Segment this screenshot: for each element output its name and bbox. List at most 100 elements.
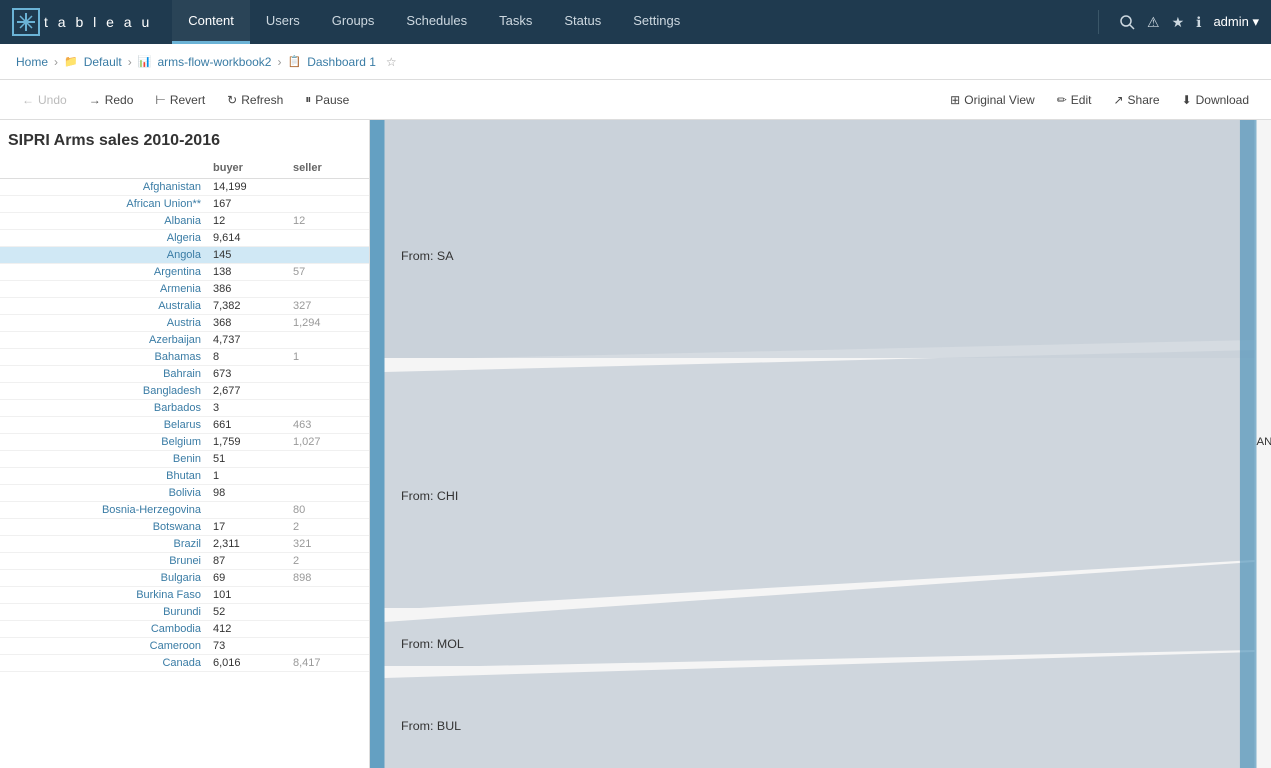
table-row[interactable]: Armenia386 (0, 281, 369, 298)
breadcrumb-dashboard[interactable]: Dashboard 1 (307, 55, 376, 69)
cell-buyer (209, 504, 289, 516)
edit-button[interactable]: ✏ Edit (1047, 89, 1102, 111)
sankey-chart: From: SA From: CHI From: MOL From: BUL A… (370, 120, 1271, 768)
cell-buyer: 661 (209, 419, 289, 431)
original-view-button[interactable]: ⊞ Original View (940, 89, 1045, 111)
cell-buyer: 7,382 (209, 300, 289, 312)
table-row[interactable]: Albania1212 (0, 213, 369, 230)
refresh-button[interactable]: ↻ Refresh (217, 89, 293, 111)
breadcrumb-sep-2: › (128, 55, 132, 69)
nav-icons: ⚠ ★ ℹ admin ▾ (1147, 14, 1259, 31)
cell-country: Belgium (0, 436, 209, 448)
breadcrumb-workbook-icon: 📊 (138, 55, 152, 68)
table-row[interactable]: Bahrain673 (0, 366, 369, 383)
cell-buyer: 2,311 (209, 538, 289, 550)
breadcrumb-default[interactable]: Default (84, 55, 122, 69)
table-row[interactable]: Burundi52 (0, 604, 369, 621)
revert-button[interactable]: ⊢ Revert (145, 89, 215, 111)
cell-buyer: 14,199 (209, 181, 289, 193)
redo-button[interactable]: → Redo (79, 89, 144, 111)
breadcrumb-dashboard-icon: 📋 (287, 55, 301, 68)
cell-country: Bulgaria (0, 572, 209, 584)
breadcrumb-sep-1: › (54, 55, 58, 69)
share-icon: ↗ (1113, 93, 1123, 107)
cell-buyer: 368 (209, 317, 289, 329)
table-row[interactable]: Cambodia412 (0, 621, 369, 638)
table-row[interactable]: Afghanistan14,199 (0, 179, 369, 196)
cell-country: Bosnia-Herzegovina (0, 504, 209, 516)
table-row[interactable]: Cameroon73 (0, 638, 369, 655)
cell-buyer: 1,759 (209, 436, 289, 448)
nav-items: Content Users Groups Schedules Tasks Sta… (172, 0, 1090, 44)
nav-groups[interactable]: Groups (316, 0, 391, 44)
table-row[interactable]: Bangladesh2,677 (0, 383, 369, 400)
table-row[interactable]: Argentina13857 (0, 264, 369, 281)
refresh-label: Refresh (241, 93, 283, 107)
table-row[interactable]: Bosnia-Herzegovina 80 (0, 502, 369, 519)
table-row[interactable]: Algeria9,614 (0, 230, 369, 247)
nav-status[interactable]: Status (548, 0, 617, 44)
cell-seller: 463 (289, 419, 369, 431)
cell-country: Bahamas (0, 351, 209, 363)
nav-content[interactable]: Content (172, 0, 250, 44)
table-row[interactable]: Brazil2,311321 (0, 536, 369, 553)
cell-buyer: 167 (209, 198, 289, 210)
original-view-label: Original View (964, 93, 1034, 107)
right-panel: From: SA From: CHI From: MOL From: BUL A… (370, 120, 1271, 768)
table-row[interactable]: Angola145 (0, 247, 369, 264)
cell-buyer: 101 (209, 589, 289, 601)
undo-button[interactable]: ← Undo (12, 89, 77, 111)
breadcrumb-workbook[interactable]: arms-flow-workbook2 (157, 55, 271, 69)
share-button[interactable]: ↗ Share (1103, 89, 1169, 111)
toolbar-right: ⊞ Original View ✏ Edit ↗ Share ⬇ Downloa… (940, 89, 1259, 111)
nav-settings[interactable]: Settings (617, 0, 696, 44)
edit-icon: ✏ (1057, 93, 1067, 107)
table-row[interactable]: Belgium1,7591,027 (0, 434, 369, 451)
alert-icon[interactable]: ⚠ (1147, 14, 1160, 31)
nav-schedules[interactable]: Schedules (390, 0, 483, 44)
cell-seller (289, 334, 369, 346)
cell-country: Botswana (0, 521, 209, 533)
cell-seller (289, 487, 369, 499)
pause-button[interactable]: ⏸ Pause (295, 88, 359, 111)
info-icon[interactable]: ℹ (1196, 14, 1201, 31)
cell-country: Argentina (0, 266, 209, 278)
cell-buyer: 12 (209, 215, 289, 227)
table-row[interactable]: Canada6,0168,417 (0, 655, 369, 672)
download-button[interactable]: ⬇ Download (1172, 89, 1259, 111)
table-row[interactable]: Australia7,382327 (0, 298, 369, 315)
breadcrumb: Home › 📁 Default › 📊 arms-flow-workbook2… (0, 44, 1271, 80)
breadcrumb-star-icon[interactable]: ☆ (386, 55, 397, 69)
cell-country: Algeria (0, 232, 209, 244)
table-row[interactable]: Belarus661463 (0, 417, 369, 434)
table-row[interactable]: Benin51 (0, 451, 369, 468)
table-row[interactable]: Barbados3 (0, 400, 369, 417)
cell-seller: 80 (289, 504, 369, 516)
cell-seller: 327 (289, 300, 369, 312)
table-row[interactable]: Azerbaijan4,737 (0, 332, 369, 349)
pause-icon: ⏸ (305, 92, 311, 107)
admin-menu[interactable]: admin ▾ (1213, 14, 1259, 30)
search-button[interactable] (1115, 10, 1139, 34)
cell-country: Afghanistan (0, 181, 209, 193)
main-content: SIPRI Arms sales 2010-2016 buyer seller … (0, 120, 1271, 768)
cell-buyer: 145 (209, 249, 289, 261)
table-row[interactable]: Bulgaria69898 (0, 570, 369, 587)
table-row[interactable]: Brunei872 (0, 553, 369, 570)
table-row[interactable]: Burkina Faso101 (0, 587, 369, 604)
nav-users[interactable]: Users (250, 0, 316, 44)
breadcrumb-home[interactable]: Home (16, 55, 48, 69)
table-row[interactable]: Bahamas81 (0, 349, 369, 366)
nav-tasks[interactable]: Tasks (483, 0, 548, 44)
undo-label: Undo (38, 93, 67, 107)
cell-country: Burundi (0, 606, 209, 618)
top-nav: t a b l e a u Content Users Groups Sched… (0, 0, 1271, 44)
favorite-icon[interactable]: ★ (1172, 14, 1185, 31)
table-row[interactable]: Botswana172 (0, 519, 369, 536)
cell-buyer: 4,737 (209, 334, 289, 346)
table-row[interactable]: Austria3681,294 (0, 315, 369, 332)
table-row[interactable]: Bhutan1 (0, 468, 369, 485)
table-row[interactable]: Bolivia98 (0, 485, 369, 502)
redo-icon: → (89, 93, 101, 107)
table-row[interactable]: African Union**167 (0, 196, 369, 213)
